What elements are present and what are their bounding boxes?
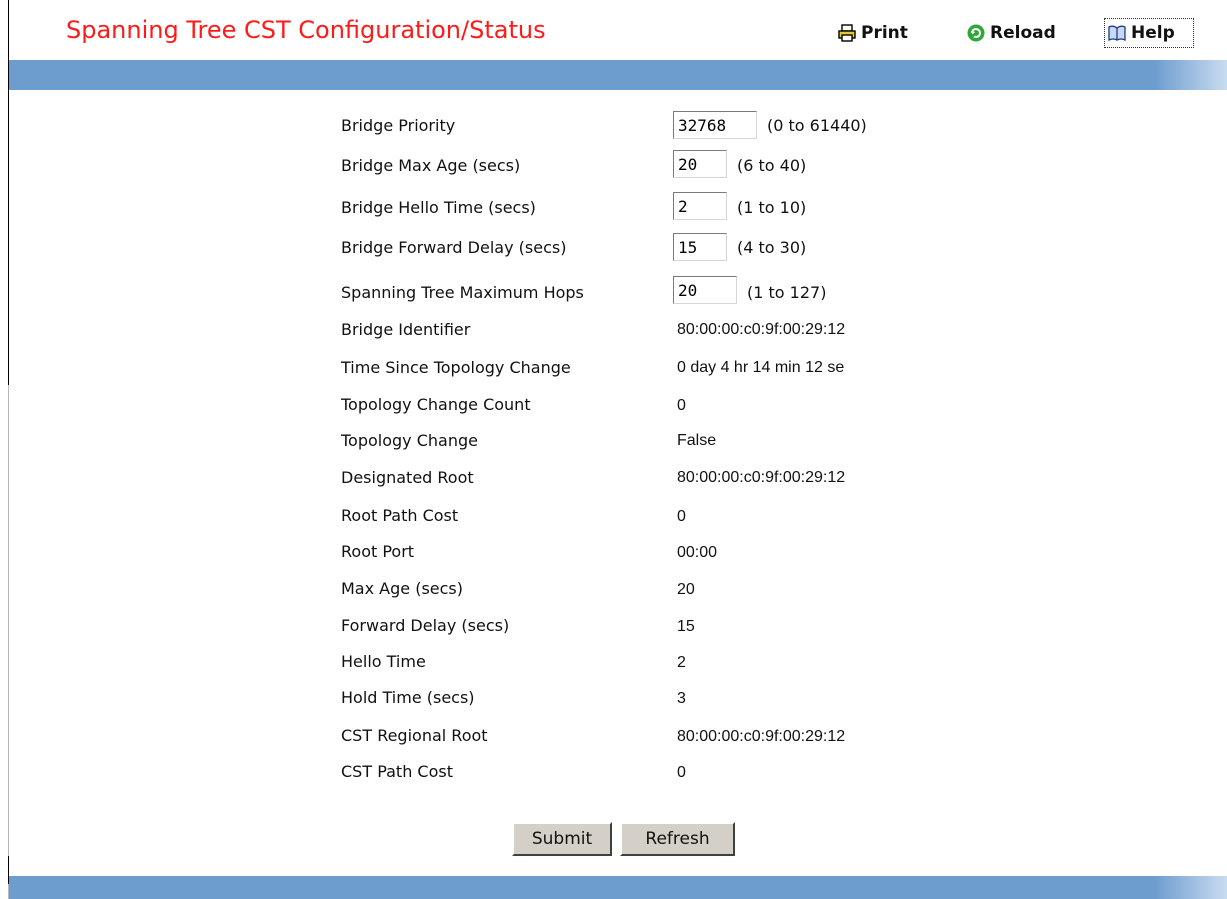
help-button[interactable]: Help xyxy=(1104,18,1194,48)
status-value: 0 xyxy=(677,764,686,781)
status-value: 20 xyxy=(677,581,695,598)
status-label: Forward Delay (secs) xyxy=(341,616,510,635)
header-bar xyxy=(9,60,1227,90)
status-label: Time Since Topology Change xyxy=(341,358,571,377)
status-label: Topology Change Count xyxy=(341,395,531,414)
status-label: Topology Change xyxy=(341,431,478,450)
status-value: 0 xyxy=(677,508,686,525)
bridge-max-age-label: Bridge Max Age (secs) xyxy=(341,156,521,175)
status-value: 15 xyxy=(677,618,695,635)
help-label: Help xyxy=(1131,23,1175,43)
refresh-button[interactable]: Refresh xyxy=(620,822,735,856)
status-label: Max Age (secs) xyxy=(341,579,463,598)
status-value: 2 xyxy=(677,654,686,671)
bridge-hello-time-input[interactable] xyxy=(673,192,727,220)
reload-button[interactable]: Reload xyxy=(967,18,1056,48)
status-value: 0 day 4 hr 14 min 12 se xyxy=(677,359,845,376)
max-hops-label: Spanning Tree Maximum Hops xyxy=(341,283,584,302)
status-value: 80:00:00:c0:9f:00:29:12 xyxy=(677,469,846,486)
printer-icon xyxy=(838,24,856,42)
bridge-hello-time-range: (1 to 10) xyxy=(737,198,807,217)
status-label: Hello Time xyxy=(341,652,426,671)
status-label: CST Regional Root xyxy=(341,726,488,745)
reload-icon xyxy=(967,24,985,42)
reload-label: Reload xyxy=(990,23,1056,43)
bridge-priority-input[interactable] xyxy=(673,111,757,139)
max-hops-input[interactable] xyxy=(673,276,737,304)
book-icon xyxy=(1108,25,1126,42)
status-value: 0 xyxy=(677,397,686,414)
bridge-forward-delay-range: (4 to 30) xyxy=(737,238,807,257)
print-label: Print xyxy=(861,23,908,43)
print-button[interactable]: Print xyxy=(838,18,908,48)
bridge-priority-range: (0 to 61440) xyxy=(767,116,867,135)
status-value: 80:00:00:c0:9f:00:29:12 xyxy=(677,728,846,745)
status-label: Designated Root xyxy=(341,468,474,487)
footer-bar xyxy=(9,876,1227,899)
status-value: 00:00 xyxy=(677,544,718,561)
bridge-forward-delay-label: Bridge Forward Delay (secs) xyxy=(341,238,567,257)
status-value: 3 xyxy=(677,690,686,707)
status-value: False xyxy=(677,432,717,449)
status-label: Root Port xyxy=(341,542,415,561)
status-value: 80:00:00:c0:9f:00:29:12 xyxy=(677,321,846,338)
status-label: Bridge Identifier xyxy=(341,320,471,339)
bridge-max-age-input[interactable] xyxy=(673,150,727,178)
bridge-priority-label: Bridge Priority xyxy=(341,116,456,135)
bridge-hello-time-label: Bridge Hello Time (secs) xyxy=(341,198,536,217)
max-hops-range: (1 to 127) xyxy=(747,283,827,302)
status-label: Hold Time (secs) xyxy=(341,688,475,707)
status-label: CST Path Cost xyxy=(341,762,453,781)
bridge-forward-delay-input[interactable] xyxy=(673,233,727,261)
status-label: Root Path Cost xyxy=(341,506,459,525)
page-title: Spanning Tree CST Configuration/Status xyxy=(66,16,546,44)
left-border-dark xyxy=(8,0,9,385)
submit-button[interactable]: Submit xyxy=(512,822,612,856)
bridge-max-age-range: (6 to 40) xyxy=(737,156,807,175)
